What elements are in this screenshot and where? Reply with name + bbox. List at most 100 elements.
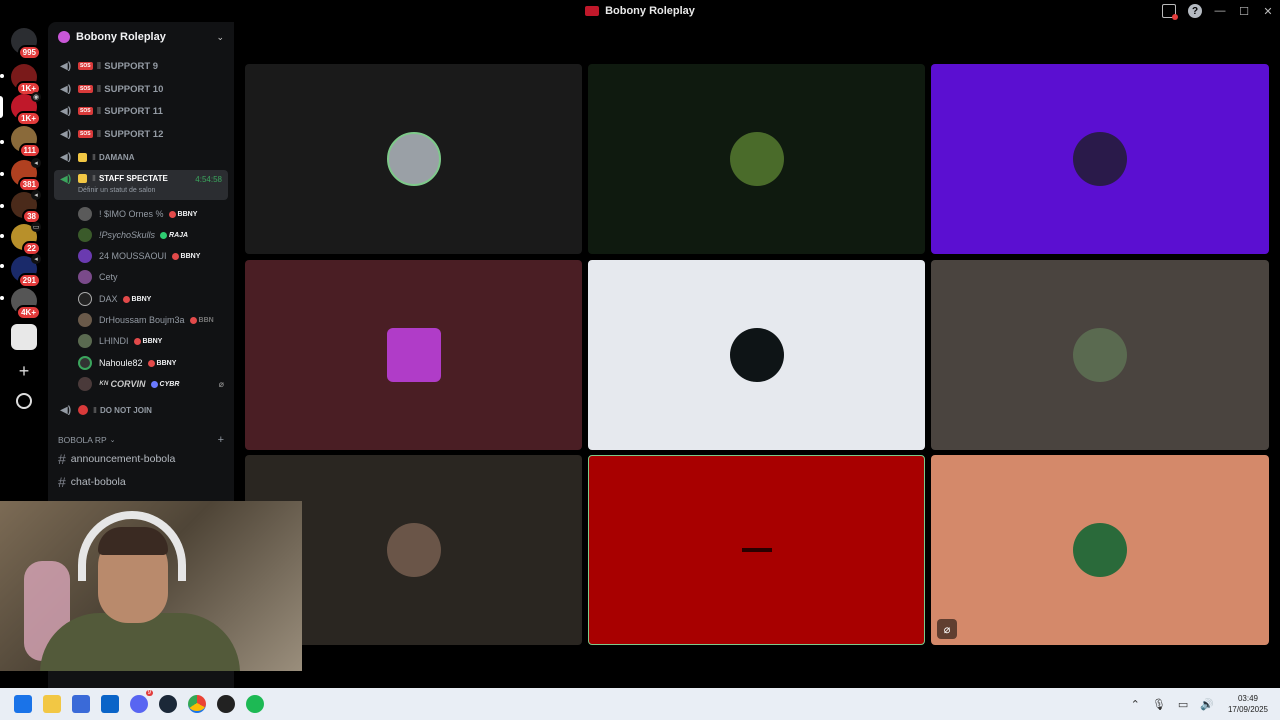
clock-date: 17/09/2025 [1227,705,1268,714]
channel-separator: Ⅱ [92,174,96,183]
deafened-icon: ⌀ [218,378,224,389]
file-explorer-icon[interactable] [43,695,61,713]
participant-tile[interactable] [931,64,1269,254]
spotify-icon[interactable] [246,695,264,713]
tag-label: BBNY [180,252,201,260]
voice-channel[interactable]: ◀) SOS Ⅱ SUPPORT 12 [54,124,228,144]
avatar [78,207,92,221]
clock[interactable]: 03:49 17/09/2025 [1228,693,1268,715]
member-tag: BBNY [133,337,162,345]
participant-tile[interactable] [588,64,925,254]
lock-icon [78,174,87,183]
help-icon[interactable]: ? [1188,4,1202,18]
avatar [1073,328,1127,382]
unread-dot [0,140,4,144]
speaker-icon: ◀) [60,106,72,117]
window-title: Bobony Roleplay [605,5,695,17]
member-name: !PsychoSkulls [99,230,156,240]
chevron-up-icon[interactable]: ⌃ [1131,698,1140,711]
channel-status-hint[interactable]: Définir un statut de salon [78,187,155,194]
server-icon[interactable]: 111 [11,126,41,158]
add-channel-icon[interactable]: + [218,434,224,446]
participant-tile[interactable] [245,260,582,450]
microphone-icon[interactable]: 🎙 [1152,698,1166,711]
member-tag: BBNY [147,359,176,367]
voice-call-grid: ⌀ [234,22,1280,688]
direct-messages-icon[interactable]: 995 [11,28,41,60]
member-name: ᴷᴺ CORVIN [99,379,146,389]
close-button[interactable]: ✕ [1256,0,1280,22]
voice-member[interactable]: DrHoussam Boujm3a BBN [78,310,228,330]
text-channel[interactable]: # announcement-bobola [58,449,228,469]
explore-icon[interactable] [16,393,32,409]
server-badge: 291 [17,273,41,288]
avatar [386,523,441,577]
avatar [78,249,92,263]
voice-channel[interactable]: ◀) Ⅱ DO NOT JOIN [54,400,228,420]
member-tag: RAJA [160,231,189,239]
speaker-icon: ◂ [31,158,41,168]
member-name: LHINDI [99,336,129,346]
voice-member[interactable]: !PsychoSkulls RAJA [78,225,228,245]
participant-tile[interactable]: ⌀ [931,455,1269,645]
category-header[interactable]: BOBOLA RP ⌄ + [58,433,228,447]
speaker-icon: ◀) [60,174,72,185]
server-folder-icon[interactable]: 4K+ [11,288,41,320]
voice-member[interactable]: ᴷᴺ CORVIN CYBR ⌀ [78,374,228,394]
server-badge: 1K+ [16,111,41,126]
server-icon[interactable]: ▭ 22 [11,222,41,256]
banner-logo [741,548,772,552]
voice-member[interactable]: Cety [78,267,228,287]
server-header[interactable]: Bobony Roleplay ⌄ [48,22,234,52]
participant-tile[interactable] [931,260,1269,450]
sos-icon: SOS [78,107,93,115]
server-icon[interactable] [11,324,37,350]
voice-channel[interactable]: ◀) SOS Ⅱ SUPPORT 10 [54,79,228,99]
voice-channel[interactable]: ◀) Ⅱ DAMANA [54,147,228,167]
voice-channel[interactable]: ◀) SOS Ⅱ SUPPORT 11 [54,101,228,121]
channel-separator: Ⅱ [96,105,102,117]
volume-icon[interactable]: 🔊 [1200,698,1214,711]
voice-channel[interactable]: ◀) SOS Ⅱ SUPPORT 9 [54,56,228,76]
participant-tile[interactable] [245,64,582,254]
voice-member[interactable]: DAX BBNY [78,289,228,309]
sos-icon: SOS [78,85,93,93]
headphones-icon [78,511,186,581]
maximize-button[interactable]: ☐ [1232,0,1256,22]
avatar [386,328,441,382]
speaker-icon: ◂ [31,190,41,200]
add-server-icon[interactable]: + [14,361,34,381]
tag-label: RAJA [169,231,189,239]
chevron-down-icon[interactable]: ⌄ [216,32,224,43]
voice-member[interactable]: ! $IMO Ornes % BBNY [78,204,228,224]
member-name: Nahoule82 [99,358,143,368]
text-channel[interactable]: # chat-bobola [58,472,228,492]
store-icon[interactable] [72,695,90,713]
display-icon[interactable]: ▭ [1178,698,1188,711]
participant-tile[interactable] [588,260,925,450]
app-icon[interactable] [217,695,235,713]
active-voice-channel[interactable]: ◀) Ⅱ STAFF SPECTATE 4:54:58 Définir un s… [54,170,228,200]
show-desktop-button[interactable] [1274,694,1278,714]
voice-member-speaking[interactable]: Nahoule82 BBNY [78,353,228,373]
tag-label: CYBR [159,380,180,388]
steam-icon[interactable] [159,695,177,713]
lock-icon [78,152,87,162]
chrome-icon[interactable] [188,695,206,713]
participant-tile-speaking[interactable] [588,455,925,645]
discord-icon[interactable] [130,690,153,713]
voice-member[interactable]: LHINDI BBNY [78,331,228,351]
server-icon[interactable]: ◂ 38 [11,190,41,224]
server-icon[interactable]: ◉ 1K+ [11,92,41,126]
avatar [78,356,92,370]
voice-member[interactable]: 24 MOUSSAOUI BBNY [78,246,228,266]
channel-name: SUPPORT 9 [104,60,159,72]
windows-start-icon[interactable] [14,695,32,713]
server-icon[interactable]: 1K+ [11,64,41,96]
server-badge-icon [58,31,70,43]
server-icon[interactable]: ◂ 381 [11,158,41,192]
minimize-button[interactable]: — [1208,0,1232,22]
outlook-icon[interactable] [101,695,119,713]
inbox-icon[interactable] [1162,4,1178,20]
server-icon[interactable]: ◂ 291 [11,254,41,288]
